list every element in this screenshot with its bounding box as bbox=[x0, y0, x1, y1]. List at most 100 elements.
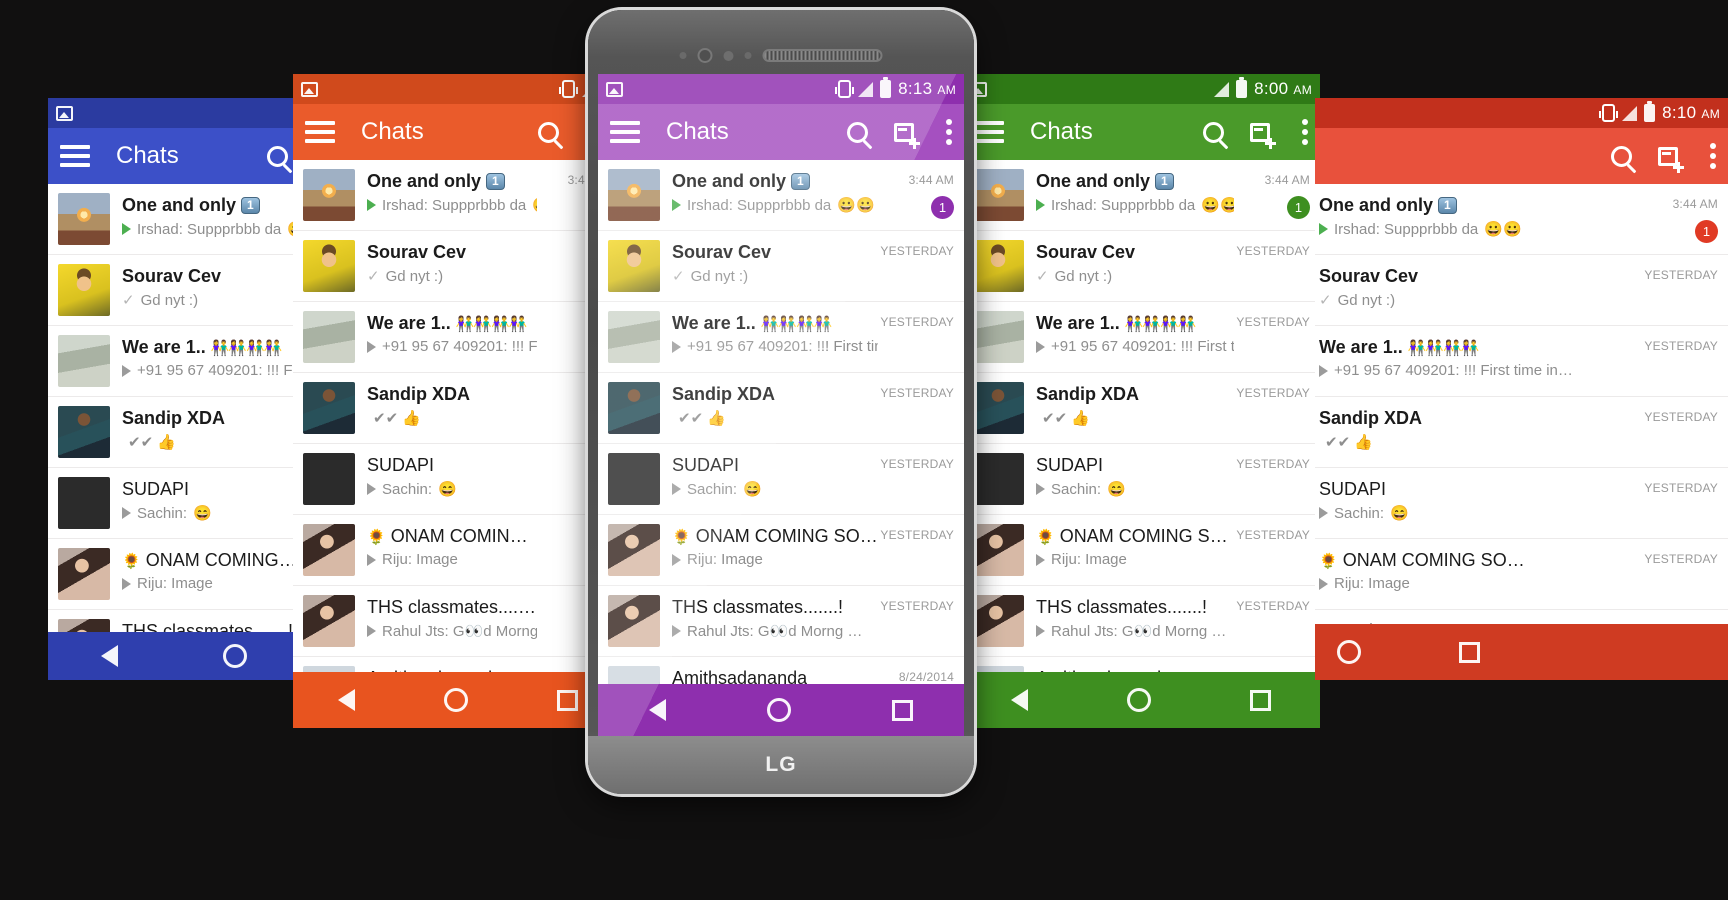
chat-list-item[interactable]: One and only1Irshad: Suppprbbb da😀😀3:44 … bbox=[962, 160, 1320, 231]
chat-list-item[interactable]: One and only1Irshad: Suppprbbb da😀😀3:44 … bbox=[598, 160, 964, 231]
chat-avatar[interactable] bbox=[303, 311, 355, 363]
chat-avatar[interactable] bbox=[303, 382, 355, 434]
chat-avatar[interactable] bbox=[608, 311, 660, 363]
chat-list-item[interactable]: THS classmates.......! Rahul Jts: G👀d Mor… bbox=[598, 586, 964, 657]
nav-recents-icon[interactable] bbox=[892, 699, 914, 721]
chat-list-item[interactable]: One and only1Irshad: Suppprbbb da😀😀3:44 … bbox=[1315, 184, 1728, 255]
chat-avatar[interactable] bbox=[608, 524, 660, 576]
search-icon[interactable] bbox=[1611, 145, 1632, 167]
chat-title-line: Sandip XDA bbox=[1319, 408, 1642, 429]
chat-avatar[interactable] bbox=[303, 524, 355, 576]
chat-list-item[interactable]: 🌻ONAM COMING SO…Riju: ImageYES bbox=[293, 515, 623, 586]
new-chat-icon[interactable] bbox=[894, 122, 920, 149]
chat-list-item[interactable]: THS classmates.......! Rahul Jts: G👀d Mor… bbox=[962, 586, 1320, 657]
chat-name: SUDAPI bbox=[367, 455, 435, 475]
chat-avatar[interactable] bbox=[972, 453, 1024, 505]
search-icon[interactable] bbox=[1203, 121, 1224, 143]
chat-timestamp: YESTERDAY bbox=[1236, 315, 1310, 329]
chat-avatar[interactable] bbox=[972, 382, 1024, 434]
nav-home-icon[interactable] bbox=[1337, 640, 1361, 664]
chat-avatar[interactable] bbox=[972, 240, 1024, 292]
hamburger-menu-icon[interactable] bbox=[305, 121, 335, 143]
chat-avatar[interactable] bbox=[58, 548, 110, 600]
chat-avatar[interactable] bbox=[58, 406, 110, 458]
chat-avatar[interactable] bbox=[972, 169, 1024, 221]
chat-list-item[interactable]: We are 1..👫👫👫👫 +91 95 67 409201: !!! Firs… bbox=[48, 326, 300, 397]
chat-avatar[interactable] bbox=[608, 453, 660, 505]
chat-list-purple[interactable]: One and only 1 Irshad: Suppprbbb da 😀😀 3:44 … bbox=[598, 160, 964, 728]
search-icon[interactable] bbox=[847, 121, 868, 143]
nav-back-icon[interactable] bbox=[1011, 689, 1029, 711]
chat-list-item[interactable]: Sandip XDA ✔✔ 👍 bbox=[48, 397, 300, 468]
chat-avatar[interactable] bbox=[303, 453, 355, 505]
chat-list-green[interactable]: One and only 1 Irshad: Suppprbbb da 😀😀 3:44 … bbox=[962, 160, 1320, 728]
chat-list-item[interactable]: THS classmates.......! Rahul Jts: G👀d Mor… bbox=[293, 586, 623, 657]
nav-back-icon[interactable] bbox=[337, 689, 355, 711]
chat-avatar[interactable] bbox=[608, 169, 660, 221]
hamburger-menu-icon[interactable] bbox=[60, 145, 90, 167]
chat-list-item[interactable]: Sourav Cev ✓ Gd nyt :) YESTERDAY bbox=[1315, 255, 1728, 326]
chat-list-item[interactable]: SUDAPI Sachin: 😄 bbox=[48, 468, 300, 539]
chat-list-item[interactable]: Sourav Cev ✓ Gd nyt :) YESTERDAY bbox=[598, 231, 964, 302]
chat-list-item[interactable]: SUDAPI Sachin: 😄 YESTERDAY bbox=[962, 444, 1320, 515]
chat-meta: YESTERDAY bbox=[1642, 264, 1728, 282]
chat-avatar[interactable] bbox=[972, 311, 1024, 363]
chat-list-item[interactable]: 🌻 ONAM COMING SO… Riju: Image YESTERDAY bbox=[1315, 539, 1728, 610]
nav-home-icon[interactable] bbox=[443, 688, 468, 712]
nav-recents-icon[interactable] bbox=[1249, 689, 1271, 711]
chat-avatar[interactable] bbox=[58, 335, 110, 387]
chat-list-item[interactable]: Sourav Cev ✓ Gd nyt :) YESTERDAY bbox=[962, 231, 1320, 302]
hamburger-menu-icon[interactable] bbox=[610, 121, 640, 143]
nav-recents-icon[interactable] bbox=[557, 689, 579, 711]
chat-list-item[interactable]: Sourav Cev ✓ Gd nyt :) bbox=[48, 255, 300, 326]
chat-avatar[interactable] bbox=[972, 595, 1024, 647]
chat-list-item[interactable]: Sourav Cev✓Gd nyt :)YES bbox=[293, 231, 623, 302]
chat-list-blue[interactable]: One and only1 Irshad: Suppprbbb da😀😀 Soura… bbox=[48, 184, 300, 680]
new-chat-icon[interactable] bbox=[1658, 146, 1684, 173]
chat-list-item[interactable]: Sandip XDA ✔✔ 👍 YESTERDAY bbox=[598, 373, 964, 444]
chat-list-item[interactable]: One and only1 Irshad: Suppprbbb da😀😀 bbox=[48, 184, 300, 255]
hamburger-menu-icon[interactable] bbox=[974, 121, 1004, 143]
chat-list-item[interactable]: SUDAPI Sachin: 😄 YESTERDAY bbox=[598, 444, 964, 515]
chat-list-item[interactable]: We are 1..👫👫👫👫 +91 95 67 409201: !!! Firs… bbox=[293, 302, 623, 373]
chat-list-red[interactable]: One and only 1 Irshad: Suppprbbb da 😀😀 3:44 … bbox=[1315, 184, 1728, 680]
nav-back-icon[interactable] bbox=[648, 699, 666, 721]
chat-list-item[interactable]: SUDAPI Sachin: 😄 YESTERDAY bbox=[1315, 468, 1728, 539]
chat-avatar[interactable] bbox=[58, 264, 110, 316]
chat-avatar[interactable] bbox=[972, 524, 1024, 576]
chat-list-item[interactable]: We are 1..👫👫👫👫 +91 95 67 409201: !!! Firs… bbox=[962, 302, 1320, 373]
kebab-menu-icon[interactable] bbox=[946, 119, 952, 145]
chat-avatar[interactable] bbox=[58, 193, 110, 245]
chat-list-item[interactable]: SUDAPISachin:😄YES bbox=[293, 444, 623, 515]
chat-avatar[interactable] bbox=[58, 477, 110, 529]
chat-list-item[interactable]: Sandip XDA ✔✔ 👍 YESTERDAY bbox=[1315, 397, 1728, 468]
chat-avatar[interactable] bbox=[608, 595, 660, 647]
kebab-menu-icon[interactable] bbox=[1302, 119, 1308, 145]
chat-avatar[interactable] bbox=[303, 240, 355, 292]
nav-home-icon[interactable] bbox=[223, 644, 248, 668]
chat-list-item[interactable]: Sandip XDA✔✔ 👍YES bbox=[293, 373, 623, 444]
new-chat-icon[interactable] bbox=[1250, 122, 1276, 149]
chat-avatar[interactable] bbox=[608, 240, 660, 292]
nav-recents-icon[interactable] bbox=[1459, 641, 1480, 663]
chat-list-item[interactable]: We are 1..👫👫👫👫 +91 95 67 409201: !!! Firs… bbox=[598, 302, 964, 373]
nav-back-icon[interactable] bbox=[100, 645, 118, 667]
chat-name: THS classmates.......! bbox=[367, 597, 537, 617]
chat-avatar[interactable] bbox=[608, 382, 660, 434]
chat-list-orange[interactable]: One and only1Irshad: Suppprbbb da😀😀3:44 … bbox=[293, 160, 623, 728]
chat-name: Sandip XDA bbox=[1036, 384, 1140, 404]
chat-list-item[interactable]: Sandip XDA ✔✔ 👍 YESTERDAY bbox=[962, 373, 1320, 444]
chat-avatar[interactable] bbox=[303, 595, 355, 647]
chat-list-item[interactable]: 🌻 ONAM COMING SO… Riju: Image YESTERDAY bbox=[962, 515, 1320, 586]
search-icon[interactable] bbox=[538, 121, 559, 143]
kebab-menu-icon[interactable] bbox=[1710, 143, 1716, 169]
chat-list-item[interactable]: 🌻ONAM COMING SO… Riju: Image bbox=[48, 539, 300, 610]
nav-home-icon[interactable] bbox=[766, 698, 791, 722]
chat-avatar[interactable] bbox=[303, 169, 355, 221]
search-icon[interactable] bbox=[267, 145, 288, 167]
chat-timestamp: YESTERDAY bbox=[1236, 244, 1310, 258]
nav-home-icon[interactable] bbox=[1126, 688, 1151, 712]
chat-list-item[interactable]: We are 1..👫👫👫👫 +91 95 67 409201: !!! Firs… bbox=[1315, 326, 1728, 397]
chat-list-item[interactable]: 🌻 ONAM COMING SO… Riju: Image YESTERDAY bbox=[598, 515, 964, 586]
chat-list-item[interactable]: One and only1Irshad: Suppprbbb da😀😀3:44 … bbox=[293, 160, 623, 231]
